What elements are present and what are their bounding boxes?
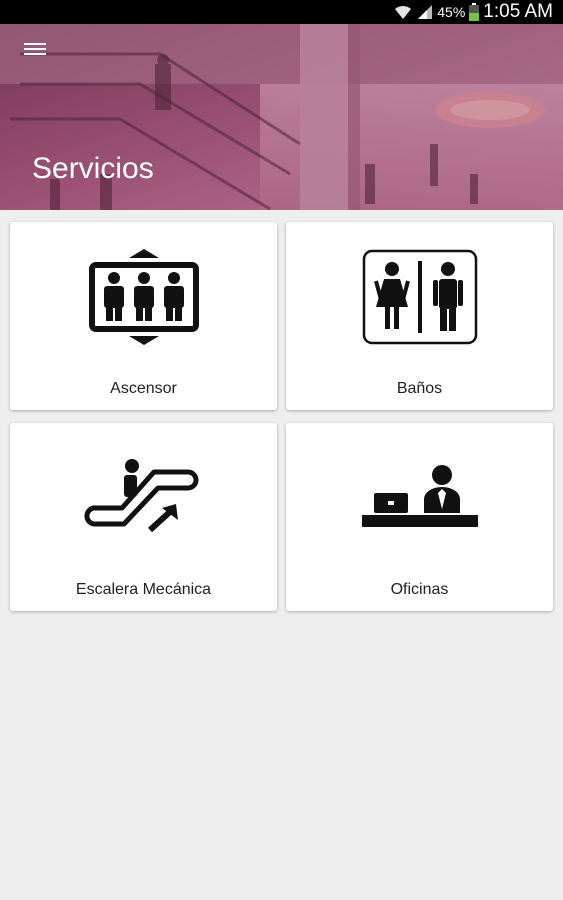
restroom-icon <box>362 249 477 345</box>
clock: 1:05 AM <box>483 1 553 22</box>
escalator-icon <box>83 459 198 533</box>
status-bar: 45% 1:05 AM <box>0 0 563 24</box>
service-card-oficinas[interactable]: Oficinas <box>286 423 553 611</box>
service-label: Baños <box>396 380 443 397</box>
header-banner: Servicios <box>0 24 563 210</box>
office-icon <box>361 465 478 527</box>
service-label: Escalera Mecánica <box>75 581 212 598</box>
service-card-ascensor[interactable]: Ascensor <box>10 222 277 410</box>
battery-percentage: 45% <box>437 4 466 20</box>
menu-button[interactable] <box>22 40 48 62</box>
service-label: Ascensor <box>110 380 177 397</box>
page-title: Servicios <box>32 152 154 185</box>
wifi-icon <box>393 4 413 20</box>
service-label: Oficinas <box>390 581 449 598</box>
signal-icon <box>417 4 433 20</box>
elevator-icon <box>88 249 199 345</box>
battery-icon <box>469 3 480 21</box>
service-card-banos[interactable]: Baños <box>286 222 553 410</box>
service-card-escalera-mecanica[interactable]: Escalera Mecánica <box>10 423 277 611</box>
